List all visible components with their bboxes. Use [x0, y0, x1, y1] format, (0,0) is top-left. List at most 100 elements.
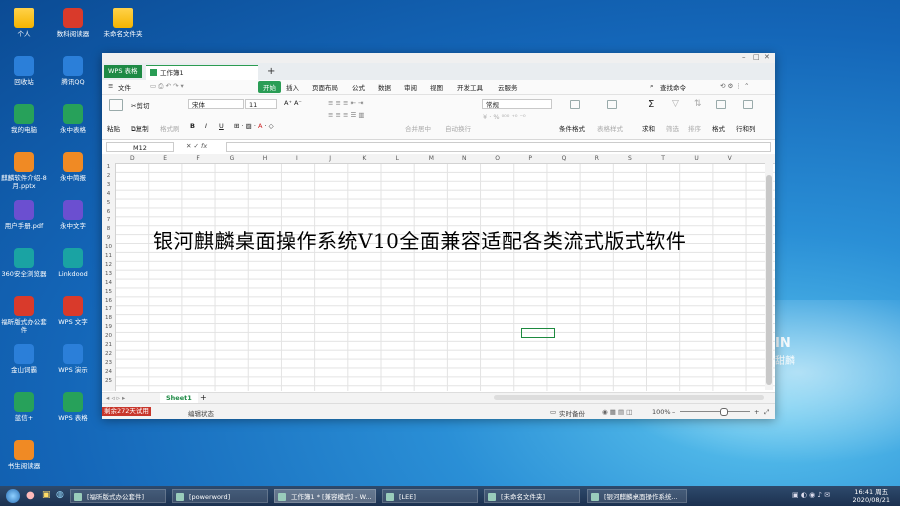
- row-header[interactable]: 15: [102, 289, 115, 295]
- paste-button[interactable]: 粘贴: [107, 123, 120, 133]
- row-header[interactable]: 14: [102, 280, 115, 286]
- column-header[interactable]: V: [728, 155, 732, 162]
- menu-cloud[interactable]: 云服务: [498, 82, 518, 92]
- desktop-icon[interactable]: 福昕版式办公套件: [1, 296, 47, 334]
- desktop-icon[interactable]: 麒麟软件介绍-8月.pptx: [1, 152, 47, 190]
- format-button[interactable]: 格式: [712, 123, 725, 133]
- clock[interactable]: 16:41 周五 2020/08/21: [853, 488, 890, 504]
- column-header[interactable]: F: [196, 155, 199, 162]
- row-header[interactable]: 10: [102, 244, 115, 250]
- cut-button[interactable]: ✂剪切: [131, 100, 149, 110]
- column-header[interactable]: J: [329, 155, 331, 162]
- copy-button[interactable]: ⧉复制: [131, 123, 149, 134]
- horizontal-scrollbar[interactable]: [494, 395, 764, 400]
- row-header[interactable]: 17: [102, 306, 115, 312]
- sheet-nav-icons[interactable]: ◂ ◃ ▹ ▸: [106, 394, 125, 402]
- menu-start[interactable]: 开始: [258, 81, 281, 93]
- quick-access-icons[interactable]: ▭ ⎙ ↶ ↷ ▾: [150, 82, 184, 91]
- expand-icon[interactable]: ⤢: [764, 408, 769, 417]
- menu-formula[interactable]: 公式: [352, 82, 365, 92]
- browser-launcher-icon[interactable]: ●: [26, 490, 35, 501]
- scroll-thumb[interactable]: [766, 175, 772, 385]
- desktop-icon[interactable]: 360安全浏览器: [1, 248, 47, 278]
- close-icon[interactable]: ✕: [764, 53, 770, 61]
- desktop-icon[interactable]: 数科阅读器: [50, 8, 96, 38]
- desktop-icon[interactable]: 蓝信+: [1, 392, 47, 422]
- desktop-icon[interactable]: 书生阅读器: [1, 440, 47, 470]
- format-painter-button[interactable]: 格式刷: [160, 123, 180, 133]
- column-header[interactable]: H: [263, 155, 268, 162]
- selected-cell[interactable]: [521, 328, 555, 338]
- column-header[interactable]: K: [362, 155, 366, 162]
- font-select[interactable]: 宋体: [188, 99, 244, 109]
- row-header[interactable]: 25: [102, 378, 115, 384]
- column-header[interactable]: L: [396, 155, 399, 162]
- row-header[interactable]: 6: [102, 209, 115, 215]
- desktop-icon[interactable]: 永中简报: [50, 152, 96, 182]
- font-grow-button[interactable]: A⁺ A⁻: [284, 99, 302, 107]
- desktop-icon[interactable]: 腾讯QQ: [50, 56, 96, 86]
- row-header[interactable]: 13: [102, 271, 115, 277]
- column-header[interactable]: N: [462, 155, 467, 162]
- row-header[interactable]: 21: [102, 342, 115, 348]
- column-header[interactable]: I: [296, 155, 298, 162]
- app-launcher-icon[interactable]: ◍: [56, 490, 64, 500]
- tray-icons[interactable]: ▣ ◐ ◉ ♪ ✉: [792, 491, 830, 499]
- row-header[interactable]: 2: [102, 173, 115, 179]
- row-header[interactable]: 8: [102, 226, 115, 232]
- formula-buttons[interactable]: ✕ ✓ fx: [186, 142, 207, 150]
- row-header[interactable]: 12: [102, 262, 115, 268]
- desktop-icon[interactable]: 永中文字: [50, 200, 96, 230]
- row-header[interactable]: 3: [102, 182, 115, 188]
- sum-button[interactable]: 求和: [642, 123, 655, 133]
- desktop-icon[interactable]: 回收站: [1, 56, 47, 86]
- row-header[interactable]: 19: [102, 324, 115, 330]
- underline-button[interactable]: U: [219, 122, 224, 130]
- column-header[interactable]: U: [694, 155, 698, 162]
- menu-file[interactable]: 文件: [118, 82, 131, 92]
- row-header[interactable]: 4: [102, 191, 115, 197]
- row-header[interactable]: 7: [102, 217, 115, 223]
- menu-view[interactable]: 视图: [430, 82, 443, 92]
- font-size-select[interactable]: 11: [245, 99, 277, 109]
- formula-input[interactable]: [226, 142, 771, 152]
- table-style-button[interactable]: 表格样式: [597, 123, 623, 133]
- view-mode-icons[interactable]: ◉ ▦ ▤ ◫: [602, 408, 632, 416]
- desktop-icon[interactable]: Linkdood: [50, 248, 96, 278]
- taskbar-item[interactable]: [未命名文件夹]: [484, 489, 580, 503]
- row-header[interactable]: 18: [102, 315, 115, 321]
- desktop-icon[interactable]: 未命名文件夹: [100, 8, 146, 38]
- column-header[interactable]: D: [130, 155, 135, 162]
- column-header[interactable]: O: [495, 155, 500, 162]
- maximize-icon[interactable]: □: [753, 53, 760, 61]
- search-icon[interactable]: ⌕: [650, 82, 654, 91]
- menu-page-layout[interactable]: 页面布局: [312, 82, 338, 92]
- column-header[interactable]: R: [595, 155, 599, 162]
- column-header[interactable]: M: [429, 155, 434, 162]
- row-header[interactable]: 20: [102, 333, 115, 339]
- row-header[interactable]: 23: [102, 360, 115, 366]
- cond-format-button[interactable]: 条件格式: [559, 123, 585, 133]
- column-header[interactable]: S: [628, 155, 632, 162]
- menu-developer[interactable]: 开发工具: [457, 82, 483, 92]
- desktop-icon[interactable]: 个人: [1, 8, 47, 38]
- window-titlebar[interactable]: – □ ✕: [102, 53, 775, 63]
- desktop-icon[interactable]: WPS 表格: [50, 392, 96, 422]
- app-tab-wps-sheet[interactable]: WPS 表格: [104, 65, 142, 78]
- wrap-text-button[interactable]: 自动换行: [445, 123, 471, 133]
- hamburger-icon[interactable]: ≡: [108, 82, 113, 90]
- desktop-icon[interactable]: 我的电脑: [1, 104, 47, 134]
- column-header[interactable]: Q: [562, 155, 567, 162]
- menu-insert[interactable]: 插入: [286, 82, 299, 92]
- name-box[interactable]: M12: [106, 142, 174, 152]
- taskbar-item[interactable]: [powerword]: [172, 489, 268, 503]
- zoom-knob[interactable]: [720, 408, 728, 416]
- italic-button[interactable]: I: [205, 122, 207, 130]
- search-command[interactable]: 查找命令: [660, 82, 686, 92]
- filter-button[interactable]: 筛选: [666, 123, 679, 133]
- zoom-level[interactable]: 100%: [652, 408, 671, 416]
- taskbar-item[interactable]: [LEE]: [382, 489, 478, 503]
- bold-button[interactable]: B: [190, 122, 195, 130]
- paste-icon[interactable]: [109, 99, 123, 111]
- number-format-select[interactable]: 常规: [482, 99, 552, 109]
